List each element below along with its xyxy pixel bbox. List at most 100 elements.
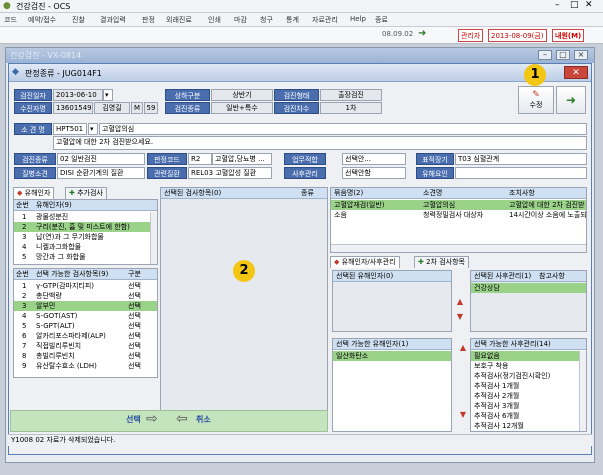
date-dropdown-icon[interactable]: ▾ [103,89,113,101]
cell: 총빌리루빈치 [36,352,75,360]
move-down-icon[interactable]: ▼ [459,410,467,420]
save-button[interactable]: ✎ 수정 [518,86,554,114]
table-row[interactable]: 3 알부민 선택 [14,301,157,311]
dialog-close-icon[interactable]: ✕ [564,66,588,79]
table-row[interactable]: 7 직접빌리루빈치 선택 [14,341,157,351]
move-down-icon[interactable]: ▼ [456,312,464,322]
list-item[interactable]: 일산화탄소 [333,351,451,361]
table-row[interactable]: 3 납(연)과 그 무기화합물 [14,232,150,242]
list-item[interactable]: 추적검사 12개월 [471,421,579,431]
selected-postcare-grid: 선택된 사후관리(1) 참고사항 건강상담 [470,270,587,332]
finding-code[interactable]: HPT501 [53,123,87,135]
finding-text[interactable]: 고혈압에 대한 2차 검진받으세요. [53,136,587,150]
list-item[interactable]: 건강상담 [471,283,586,293]
cond-type-select[interactable]: 02 일반검진 [57,153,145,165]
finding-label: 소 견 명 [14,123,52,135]
selected-hazard-header: 선택된 유해인자(0) [333,271,451,282]
related-label: 관련질환 [147,167,187,179]
table-row[interactable]: 소음 청력정밀검사 대상자 14시간이상 소음에 노출되 [331,210,586,220]
select-arrow-button[interactable]: ⇨ [146,412,158,426]
cond-code-code[interactable]: R2 [188,153,212,165]
move-up-icon[interactable]: ▲ [456,297,464,307]
table-row[interactable]: 2 구리(분진, 흄 및 미스트에 한함) [14,222,150,232]
menu-item[interactable]: 외래진료 [166,15,192,25]
finding-name[interactable]: 고혈압의심 [99,123,587,135]
list-item[interactable]: 추적검사 3개월 [471,401,579,411]
table-row[interactable]: 5 S-GPT(ALT) 선택 [14,321,157,331]
table-row[interactable]: 1 γ-GTP(감마지티피) 선택 [14,281,157,291]
cell: 구리(분진, 흄 및 미스트에 한함) [36,223,130,231]
menu-item[interactable]: 청구 [260,15,273,25]
disease-select[interactable]: DISI 순환기계의 질환 [57,167,145,179]
list-item[interactable]: 필요없음 [471,351,579,361]
minimize-icon[interactable]: – [555,0,560,10]
list-item[interactable]: 추적검사(정기검진시확인) [471,371,579,381]
finding-dropdown-icon[interactable]: ▾ [88,123,98,135]
user-badge[interactable]: 관리자 [458,29,484,42]
cancel-arrow-button[interactable]: ⇦ [176,412,188,426]
menu-item[interactable]: 결과입력 [100,15,126,25]
child-minimize-icon[interactable]: – [538,50,552,60]
table-row[interactable]: 2 총단백량 선택 [14,291,157,301]
close-icon[interactable]: ✕ [585,0,593,10]
menu-item[interactable]: 인쇄 [208,15,221,25]
tab-second-tests[interactable]: ✚ 2차 검사항목 [414,256,469,268]
cell: 소음 [334,211,347,219]
cond-code-select[interactable]: 고혈압,당뇨병 ... [212,153,272,165]
tab-hazard-postcare[interactable]: ◆ 유해인자/사후관리 [330,256,400,268]
move-up-icon[interactable]: ▲ [459,343,467,353]
list-item[interactable]: 보호구 착용 [471,361,579,371]
menu-item[interactable]: 종료 [375,15,388,25]
table-row[interactable]: 4 S-GOT(AST) 선택 [14,311,157,321]
table-row[interactable]: 8 총빌리루빈치 선택 [14,351,157,361]
post-care-label: 사후관리 [284,167,326,179]
available-postcare-grid: 선택 가능한 사후관리(14) 필요없음 보호구 착용 추적검사(정기검진시확인… [470,338,587,432]
table-row[interactable]: 1 광물성분진 [14,212,150,222]
list-item[interactable]: 추적검사 6개월 [471,411,579,421]
table-row[interactable]: 9 유산탈수효소 (LDH) 선택 [14,361,157,371]
table-row[interactable]: 5 망간과 그 화합물 [14,252,150,262]
cell: 고혈압의심 [423,201,456,209]
maximize-icon[interactable]: □ [570,0,579,10]
cause-field[interactable] [455,167,587,179]
child-restore-icon[interactable]: □ [556,50,570,60]
table-row[interactable]: 6 알카리포스파타제(ALP) 선택 [14,331,157,341]
list-item[interactable]: 추적검사 2개월 [471,391,579,401]
cell: 선택 [128,322,141,330]
menu-item[interactable]: 코드 [4,15,17,25]
bundle-hscrollbar[interactable] [331,244,586,252]
post-care-select[interactable]: 선택안함 [342,167,406,179]
exit-icon[interactable]: ➜ [418,28,426,39]
postcare-scrollbar[interactable] [579,351,586,431]
tab-hazard-postcare-icon: ◆ [334,258,340,266]
myinfo-button[interactable]: 내원(M) [552,29,585,42]
tab-hazard[interactable]: ◆ 유해인자 [13,187,55,199]
related-select[interactable]: REL03 고혈압성 질환 [188,167,272,179]
target-organ-select[interactable]: T03 심혈관계 [455,153,587,165]
cell: 9 [22,362,27,370]
menu-item[interactable]: Help [350,15,366,23]
checkup-date-field[interactable]: 2013-06-10 [53,89,103,101]
list-item[interactable]: 추적검사 1개월 [471,381,579,391]
table-row[interactable]: 4 니켈과그화합물 [14,242,150,252]
hazard-scrollbar[interactable] [150,212,157,264]
patient-age: 59 [144,102,158,114]
work-fit-select[interactable]: 선택안... [342,153,406,165]
menu-item[interactable]: 진찰 [72,15,85,25]
exit-button[interactable]: ➜ [556,86,586,114]
menu-item[interactable]: 자료관리 [312,15,338,25]
bundle-grid: 묶음명(2) 소견명 조치사항 고혈압재검(일반) 고혈압의심 고혈압에 대한 2차… [330,187,587,253]
child-close-icon[interactable]: × [574,50,588,60]
menu-item[interactable]: 마감 [234,15,247,25]
date-badge[interactable]: 2013-08-09(금) [488,29,547,42]
menu-item[interactable]: 통계 [286,15,299,25]
cancel-label: 취소 [196,415,211,424]
menu-item[interactable]: 예약/접수 [28,15,56,25]
menu-item[interactable]: 판정 [142,15,155,25]
cell: 선택 [128,342,141,350]
dialog-titlebar: ◆ 판정종류 - JUG014F1 ✕ [9,64,591,82]
tab-extra[interactable]: ✚ 추가검사 [65,187,107,199]
col-test: 선택 가능한 검사항목(9) [36,270,109,278]
cell: S-GOT(AST) [36,312,78,320]
table-row[interactable]: 고혈압재검(일반) 고혈압의심 고혈압에 대한 2차 검진받 [331,200,586,210]
